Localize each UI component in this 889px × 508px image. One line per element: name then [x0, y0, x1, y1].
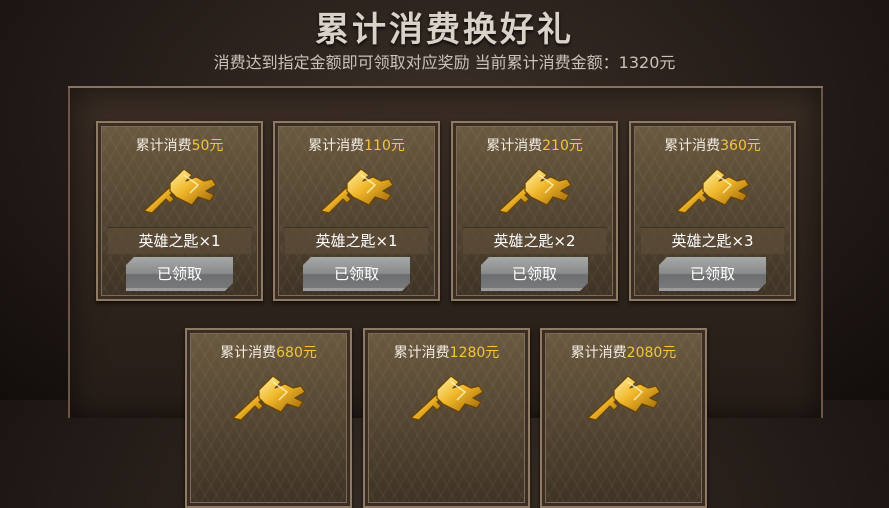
- threshold-amount: 110元: [364, 138, 405, 154]
- claimed-button[interactable]: 已领取: [126, 257, 233, 291]
- reward-label: 英雄之匙×1: [108, 227, 251, 254]
- spend-threshold: 累计消费110元: [275, 135, 438, 155]
- reward-card-5: 累计消费680元: [185, 328, 352, 508]
- spend-threshold: 累计消费50元: [98, 135, 261, 155]
- threshold-label: 累计消费: [570, 345, 627, 361]
- page-title: 累计消费换好礼: [315, 10, 574, 50]
- golden-key-icon: [586, 375, 661, 421]
- reward-card-3: 累计消费210元 英雄之匙×2 已领取: [451, 121, 618, 301]
- threshold-amount: 2080元: [626, 345, 677, 361]
- golden-key-icon: [319, 168, 394, 214]
- spend-threshold: 累计消费210元: [453, 135, 616, 155]
- threshold-amount: 210元: [542, 138, 583, 154]
- reward-label: 英雄之匙×1: [285, 227, 428, 254]
- spend-threshold: 累计消费1280元: [365, 342, 528, 362]
- threshold-amount: 1280元: [449, 345, 500, 361]
- spend-threshold: 累计消费360元: [631, 135, 794, 155]
- claimed-button[interactable]: 已领取: [481, 257, 588, 291]
- threshold-label: 累计消费: [664, 138, 721, 154]
- golden-key-icon: [142, 168, 217, 214]
- golden-key-icon: [497, 168, 572, 214]
- spend-threshold: 累计消费2080元: [542, 342, 705, 362]
- claimed-button[interactable]: 已领取: [659, 257, 766, 291]
- reward-card-6: 累计消费1280元: [363, 328, 530, 508]
- spend-threshold: 累计消费680元: [187, 342, 350, 362]
- threshold-label: 累计消费: [393, 345, 450, 361]
- threshold-amount: 360元: [720, 138, 761, 154]
- reward-card-4: 累计消费360元 英雄之匙×3 已领取: [629, 121, 796, 301]
- reward-card-2: 累计消费110元 英雄之匙×1 已领取: [273, 121, 440, 301]
- reward-card-7: 累计消费2080元: [540, 328, 707, 508]
- golden-key-icon: [675, 168, 750, 214]
- threshold-label: 累计消费: [486, 138, 543, 154]
- golden-key-icon: [231, 375, 306, 421]
- threshold-amount: 680元: [276, 345, 317, 361]
- claimed-button[interactable]: 已领取: [303, 257, 410, 291]
- threshold-label: 累计消费: [135, 138, 192, 154]
- golden-key-icon: [409, 375, 484, 421]
- threshold-label: 累计消费: [220, 345, 277, 361]
- reward-card-1: 累计消费50元 英雄之匙×1 已领取: [96, 121, 263, 301]
- page-subtitle: 消费达到指定金额即可领取对应奖励 当前累计消费金额：1320元: [213, 53, 676, 72]
- threshold-label: 累计消费: [308, 138, 365, 154]
- reward-label: 英雄之匙×2: [463, 227, 606, 254]
- reward-label: 英雄之匙×3: [641, 227, 784, 254]
- threshold-amount: 50元: [191, 138, 224, 154]
